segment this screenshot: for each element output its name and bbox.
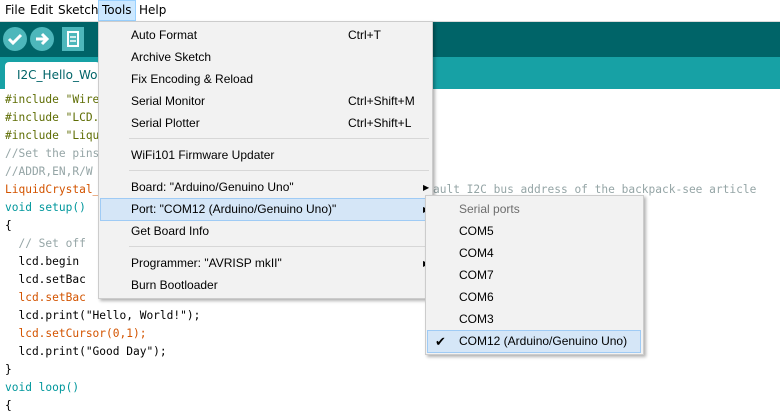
verify-button[interactable] xyxy=(3,27,27,51)
code-line: //ADDR,EN,R/W xyxy=(5,165,93,178)
port-item-com5[interactable]: COM5 xyxy=(428,221,640,242)
menu-separator xyxy=(129,170,429,171)
code-line: void loop() xyxy=(5,381,80,394)
menu-item-serial-monitor[interactable]: Serial Monitor Ctrl+Shift+M xyxy=(101,91,430,112)
code-line: lcd.setBac xyxy=(5,291,86,304)
code-line: } xyxy=(5,363,12,376)
menu-help[interactable]: Help xyxy=(136,1,169,20)
menu-item-label: Port: "COM12 (Arduino/Genuino Uno)" xyxy=(131,202,337,216)
submenu-header: Serial ports xyxy=(428,199,640,220)
menu-item-label: Fix Encoding & Reload xyxy=(131,72,254,86)
tab-sketch[interactable]: I2C_Hello_World xyxy=(5,62,100,89)
menu-edit[interactable]: Edit xyxy=(27,1,56,20)
menu-sketch[interactable]: Sketch xyxy=(55,1,101,20)
tools-menu: Auto Format Ctrl+T Archive Sketch Fix En… xyxy=(98,21,433,299)
submenu-header-label: Serial ports xyxy=(459,202,520,216)
code-line: lcd.setCursor(0,1); xyxy=(5,327,147,340)
port-item-com12[interactable]: ✔ COM12 (Arduino/Genuino Uno) xyxy=(427,330,641,353)
menu-item-auto-format[interactable]: Auto Format Ctrl+T xyxy=(101,25,430,46)
port-item-com4[interactable]: COM4 xyxy=(428,243,640,264)
port-label: COM3 xyxy=(459,312,494,326)
menu-item-label: Serial Plotter xyxy=(131,116,200,130)
menu-item-fix-encoding[interactable]: Fix Encoding & Reload xyxy=(101,69,430,90)
menu-item-label: Programmer: "AVRISP mkII" xyxy=(131,256,282,270)
menu-item-programmer[interactable]: Programmer: "AVRISP mkII" ▶ xyxy=(101,253,430,274)
menu-item-board-info[interactable]: Get Board Info xyxy=(101,221,430,242)
menu-item-label: Burn Bootloader xyxy=(131,278,218,292)
port-item-com7[interactable]: COM7 xyxy=(428,265,640,286)
menu-item-port[interactable]: Port: "COM12 (Arduino/Genuino Uno)" ▶ xyxy=(100,198,431,221)
code-line: lcd.print("Hello, World!"); xyxy=(5,309,201,322)
menu-item-burn-bootloader[interactable]: Burn Bootloader xyxy=(101,275,430,296)
code-line: lcd.setBac xyxy=(5,273,86,286)
menu-separator xyxy=(129,246,429,247)
menu-tools[interactable]: Tools xyxy=(98,0,136,21)
code-line: //Set the pins xyxy=(5,147,100,160)
arrow-right-icon xyxy=(36,32,50,46)
port-label: COM12 (Arduino/Genuino Uno) xyxy=(459,334,628,348)
port-item-com3[interactable]: COM3 xyxy=(428,309,640,330)
code-line: lcd.begin xyxy=(5,255,80,268)
checkmark-icon: ✔ xyxy=(435,334,446,349)
menu-item-label: Serial Monitor xyxy=(131,94,206,108)
code-line: lcd.print("Good Day"); xyxy=(5,345,167,358)
menu-item-label: Auto Format xyxy=(131,28,198,42)
code-line: #include "LCD.h" xyxy=(5,111,113,124)
menu-separator xyxy=(129,138,429,139)
menu-file[interactable]: File xyxy=(2,1,28,20)
menu-bar: File Edit Sketch Tools Help xyxy=(0,0,780,22)
port-label: COM7 xyxy=(459,268,494,282)
shortcut-label: Ctrl+Shift+L xyxy=(348,116,412,130)
menu-item-label: Archive Sketch xyxy=(131,50,212,64)
port-label: COM5 xyxy=(459,224,494,238)
code-line: // Set off xyxy=(5,237,86,250)
menu-item-wifi-updater[interactable]: WiFi101 Firmware Updater xyxy=(101,145,430,166)
port-label: COM4 xyxy=(459,246,494,260)
menu-item-label: Board: "Arduino/Genuino Uno" xyxy=(131,180,294,194)
upload-button[interactable] xyxy=(30,27,54,51)
port-item-com6[interactable]: COM6 xyxy=(428,287,640,308)
code-line: { xyxy=(5,399,12,412)
document-icon xyxy=(67,31,79,47)
checkmark-icon xyxy=(7,33,23,46)
menu-item-label: WiFi101 Firmware Updater xyxy=(131,148,275,162)
shortcut-label: Ctrl+Shift+M xyxy=(348,94,415,108)
menu-item-archive-sketch[interactable]: Archive Sketch xyxy=(101,47,430,68)
menu-item-serial-plotter[interactable]: Serial Plotter Ctrl+Shift+L xyxy=(101,113,430,134)
shortcut-label: Ctrl+T xyxy=(348,28,381,42)
menu-item-board[interactable]: Board: "Arduino/Genuino Uno" ▶ xyxy=(101,177,430,198)
new-sketch-button[interactable] xyxy=(62,27,84,51)
port-label: COM6 xyxy=(459,290,494,304)
port-submenu: Serial ports COM5 COM4 COM7 COM6 COM3 ✔ … xyxy=(425,195,644,355)
code-line: { xyxy=(5,219,12,232)
code-line: void setup() xyxy=(5,201,86,214)
menu-item-label: Get Board Info xyxy=(131,224,210,238)
